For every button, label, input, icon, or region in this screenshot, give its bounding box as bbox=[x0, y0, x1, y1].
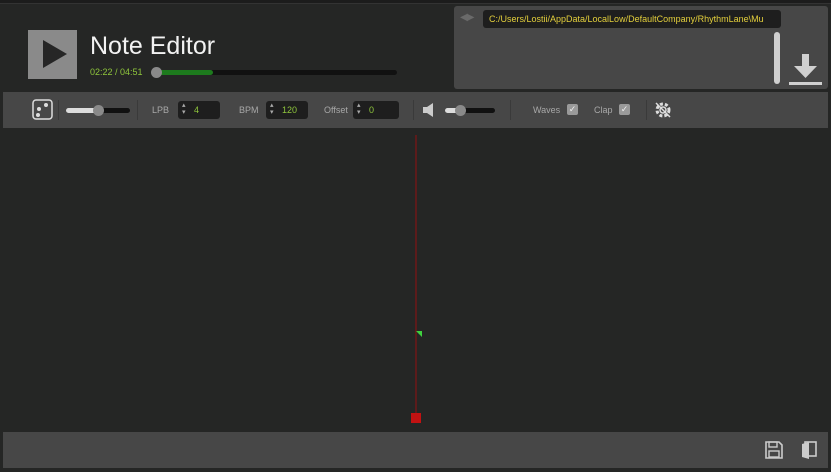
waves-checkbox[interactable]: ✓ bbox=[567, 104, 578, 115]
progress-knob[interactable] bbox=[151, 67, 162, 78]
page-title: Note Editor bbox=[90, 32, 216, 60]
clap-checkbox[interactable]: ✓ bbox=[619, 104, 630, 115]
lpb-label: LPB bbox=[152, 105, 170, 115]
offset-stepper[interactable]: 0 bbox=[353, 101, 399, 119]
divider bbox=[58, 100, 59, 120]
scrollbar[interactable] bbox=[774, 32, 780, 84]
divider bbox=[413, 100, 414, 120]
bpm-stepper[interactable]: 120 bbox=[266, 101, 308, 119]
lpb-stepper[interactable]: 4 bbox=[178, 101, 220, 119]
file-path-field[interactable]: C:/Users/Lostii/AppData/LocalLow/Default… bbox=[483, 10, 781, 28]
zoom-knob[interactable] bbox=[93, 105, 104, 116]
playhead-handle[interactable] bbox=[411, 413, 421, 423]
divider bbox=[510, 100, 511, 120]
settings-gear-icon[interactable] bbox=[654, 101, 672, 119]
volume-icon[interactable] bbox=[423, 103, 436, 117]
top-strip bbox=[0, 0, 831, 4]
play-button[interactable] bbox=[28, 30, 77, 79]
divider bbox=[646, 100, 647, 120]
volume-slider[interactable] bbox=[445, 108, 495, 113]
download-icon[interactable] bbox=[789, 52, 822, 86]
nav-arrows-icon[interactable]: ◀▶ bbox=[460, 12, 474, 23]
waves-label: Waves bbox=[533, 105, 561, 115]
note-marker[interactable] bbox=[416, 331, 422, 337]
offset-label: Offset bbox=[324, 105, 348, 115]
clap-label: Clap bbox=[594, 105, 613, 115]
exit-door-icon[interactable] bbox=[801, 441, 817, 460]
save-icon[interactable] bbox=[765, 441, 783, 459]
dice-icon[interactable] bbox=[32, 99, 53, 120]
bpm-label: BPM bbox=[239, 105, 259, 115]
divider bbox=[137, 100, 138, 120]
volume-knob[interactable] bbox=[455, 105, 466, 116]
playback-progress-bar[interactable] bbox=[152, 70, 397, 75]
playhead-line bbox=[415, 135, 417, 417]
bottom-bar bbox=[3, 432, 828, 468]
time-readout: 02:22 / 04:51 bbox=[90, 67, 143, 77]
